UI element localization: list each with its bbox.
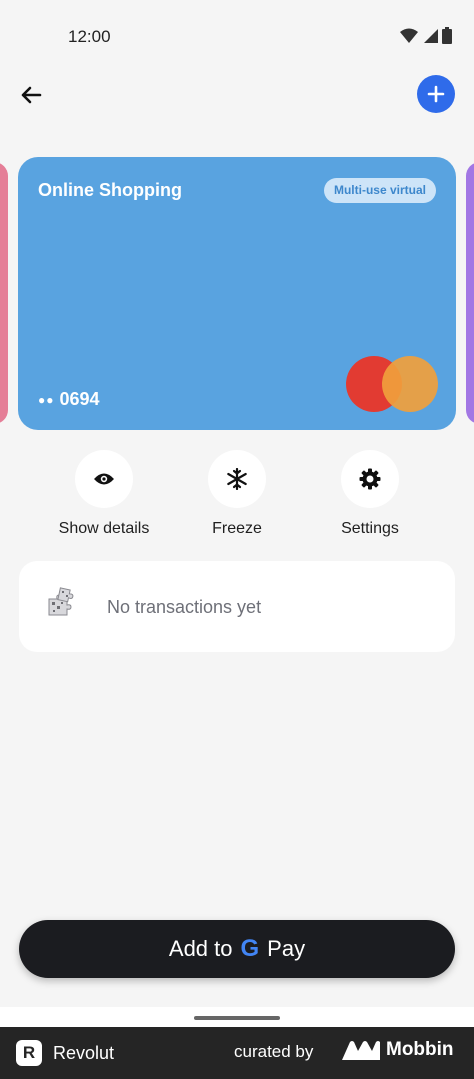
eye-icon — [94, 473, 114, 485]
gpay-suffix: Pay — [267, 936, 306, 961]
status-bar: 12:00 — [0, 0, 474, 74]
revolut-logo-icon: R — [16, 1040, 42, 1066]
add-to-gpay-button[interactable]: Add to G Pay — [19, 920, 455, 978]
add-card-button[interactable] — [417, 75, 455, 113]
google-g-logo: G — [241, 935, 260, 963]
back-button[interactable] — [14, 78, 48, 112]
footer-app-name: Revolut — [53, 1042, 115, 1063]
card-last-digits: 0694 — [59, 389, 100, 409]
card-type-badge: Multi-use virtual — [323, 178, 436, 203]
snowflake-icon — [227, 468, 247, 490]
settings-label: Settings — [341, 520, 399, 537]
freeze-button[interactable]: Freeze — [177, 450, 297, 538]
transactions-panel: No transactions yet — [19, 561, 455, 652]
card-actions: Show details Freeze Settings — [0, 450, 474, 550]
plus-icon — [427, 85, 445, 103]
gear-icon — [359, 468, 381, 490]
card-number: ●● 0694 — [38, 389, 100, 410]
arrow-left-icon — [21, 86, 42, 104]
previous-card-peek[interactable] — [0, 162, 8, 424]
card-name: Online Shopping — [38, 180, 182, 200]
footer-app-brand: R Revolut — [16, 1040, 114, 1066]
footer-curated-by: curated by — [234, 1042, 314, 1061]
status-icons — [400, 27, 452, 44]
footer-bar: R Revolut curated by Mobbin — [0, 1027, 474, 1079]
status-time: 12:00 — [68, 27, 111, 46]
battery-icon — [442, 27, 452, 44]
wifi-icon — [400, 28, 418, 43]
puzzle-icon — [48, 587, 74, 616]
home-indicator[interactable] — [194, 1016, 280, 1020]
gpay-prefix: Add to — [168, 936, 233, 961]
freeze-label: Freeze — [212, 520, 262, 537]
google-g-letter: G — [240, 935, 260, 962]
footer-mobbin-brand: Mobbin — [342, 1039, 454, 1061]
empty-transactions-text: No transactions yet — [107, 597, 262, 617]
signal-icon — [424, 28, 438, 43]
show-details-button[interactable]: Show details — [44, 450, 164, 538]
mobbin-logo-icon — [342, 1041, 380, 1060]
settings-button[interactable]: Settings — [310, 450, 430, 538]
virtual-card[interactable]: Online Shopping Multi-use virtual ●● 069… — [18, 157, 456, 430]
mastercard-logo — [346, 356, 438, 412]
footer-brand-name: Mobbin — [386, 1039, 454, 1060]
show-details-label: Show details — [58, 520, 150, 537]
next-card-peek[interactable] — [466, 162, 474, 424]
card-masked-dots: ●● — [38, 392, 55, 407]
